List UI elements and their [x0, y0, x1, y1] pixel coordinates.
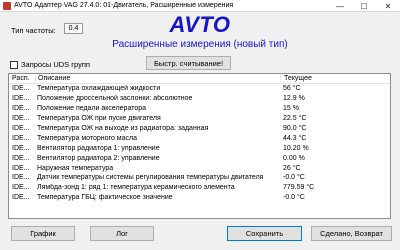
table-row[interactable]: IDE... Вентилятор радиатора 1: управление…	[9, 143, 390, 153]
row-value-cell: 10.20 %	[283, 144, 309, 152]
measurements-table[interactable]: Расп. Описание Текущее IDE... Температура…	[8, 73, 391, 219]
row-value-cell: 15 %	[283, 105, 299, 113]
row-value-cell: 90.0 °C	[283, 125, 307, 132]
row-description-cell: Положение дроссельной заслонки: абсолютн…	[37, 95, 193, 103]
row-value-cell: 22.5 °C	[283, 115, 307, 123]
done-back-button[interactable]: Сделано, Возврат	[311, 226, 392, 241]
row-value-cell: -0.0 °C	[283, 174, 305, 182]
checkbox-box[interactable]	[10, 60, 18, 69]
table-row[interactable]: IDE... Температура моторного масла 44.3 °C	[9, 133, 390, 143]
table-row[interactable]: IDE... Температура охлаждающей жидкости 56…	[9, 84, 390, 94]
row-description-cell: Наружная температура	[37, 164, 114, 172]
log-button[interactable]: Лог	[90, 226, 154, 241]
maximize-button[interactable]: ☐	[352, 0, 376, 12]
close-button[interactable]: ✕	[376, 0, 400, 12]
row-device-cell: IDE...	[12, 115, 30, 123]
row-description-cell: Температура ОЖ на выходе из радиатора: з…	[37, 125, 209, 132]
fast-read-button[interactable]: Быстр. считывание!	[146, 56, 231, 70]
table-row[interactable]: IDE... Наружная температура 26 °C	[9, 163, 390, 173]
row-description-cell: Вентилятор радиатора 1: управление	[37, 144, 160, 152]
page-subtitle: Расширенные измерения (новый тип)	[112, 39, 288, 50]
column-header-value[interactable]: Текущее	[280, 75, 360, 82]
row-device-cell: IDE...	[12, 125, 30, 132]
table-row[interactable]: IDE... Температура ОЖ при пуске двигателя…	[9, 114, 390, 124]
table-row[interactable]: IDE... Вентилятор радиатора 2: управление…	[9, 153, 390, 163]
row-device-cell: IDE...	[12, 184, 30, 192]
brand-logo: AVTO	[169, 12, 231, 37]
title-bar: AVTO Адаптер VAG 27.4.0: 01-Двигатель, Р…	[0, 0, 400, 12]
row-description-cell: Температура охлаждающей жидкости	[37, 85, 161, 93]
row-value-cell: 26 °C	[283, 164, 301, 172]
window-title: AVTO Адаптер VAG 27.4.0: 01-Двигатель, Р…	[14, 2, 234, 9]
table-row[interactable]: IDE... Положение дроссельной заслонки: аб…	[9, 94, 390, 104]
row-device-cell: IDE...	[12, 144, 30, 152]
table-row[interactable]: IDE... Температура ГБЦ: фактическое значе…	[9, 193, 390, 203]
column-header-description[interactable]: Описание	[35, 75, 280, 82]
row-description-cell: Температура ОЖ при пуске двигателя	[37, 115, 161, 123]
table-row[interactable]: IDE... Лямбда-зонд 1: ряд 1: температура …	[9, 183, 390, 193]
graph-button[interactable]: График	[11, 226, 75, 241]
window-controls: — ☐ ✕	[328, 0, 400, 12]
save-button[interactable]: Сохранить	[227, 226, 302, 241]
row-value-cell: 12.9 %	[283, 95, 305, 103]
table-body: IDE... Температура охлаждающей жидкости 56…	[9, 84, 390, 203]
row-device-cell: IDE...	[12, 134, 30, 142]
row-description-cell: Вентилятор радиатора 2: управление	[37, 154, 160, 162]
table-header: Расп. Описание Текущее	[9, 74, 390, 84]
table-row[interactable]: IDE... Температура ОЖ на выходе из радиат…	[9, 124, 390, 134]
row-device-cell: IDE...	[12, 105, 30, 113]
row-device-cell: IDE...	[12, 95, 30, 103]
row-description-cell: Положение педали акселератора	[37, 105, 146, 113]
row-value-cell: 44.3 °C	[283, 134, 307, 142]
table-row[interactable]: IDE... Положение педали акселератора 15 %	[9, 104, 390, 114]
column-header-device[interactable]: Расп.	[9, 75, 35, 82]
uds-groups-label: Запросы UDS групп	[21, 60, 90, 69]
row-description-cell: Датчик температуры системы регулирования…	[37, 174, 264, 182]
row-value-cell: 0.00 %	[283, 154, 305, 162]
row-device-cell: IDE...	[12, 194, 30, 202]
row-device-cell: IDE...	[12, 174, 30, 182]
row-device-cell: IDE...	[12, 85, 30, 93]
row-value-cell: -0.0 °C	[283, 194, 305, 202]
app-icon	[3, 1, 11, 10]
row-device-cell: IDE...	[12, 164, 30, 172]
row-value-cell: 779.59 °C	[283, 184, 315, 192]
row-description-cell: Температура моторного масла	[37, 134, 137, 142]
row-device-cell: IDE...	[12, 154, 30, 162]
row-description-cell: Температура ГБЦ: фактическое значение	[37, 194, 173, 202]
minimize-button[interactable]: —	[328, 0, 352, 12]
table-row[interactable]: IDE... Датчик температуры системы регулир…	[9, 173, 390, 183]
uds-groups-checkbox[interactable]: Запросы UDS групп	[10, 60, 90, 69]
row-description-cell: Лямбда-зонд 1: ряд 1: температура керами…	[37, 184, 235, 192]
row-value-cell: 56 °C	[283, 85, 301, 93]
